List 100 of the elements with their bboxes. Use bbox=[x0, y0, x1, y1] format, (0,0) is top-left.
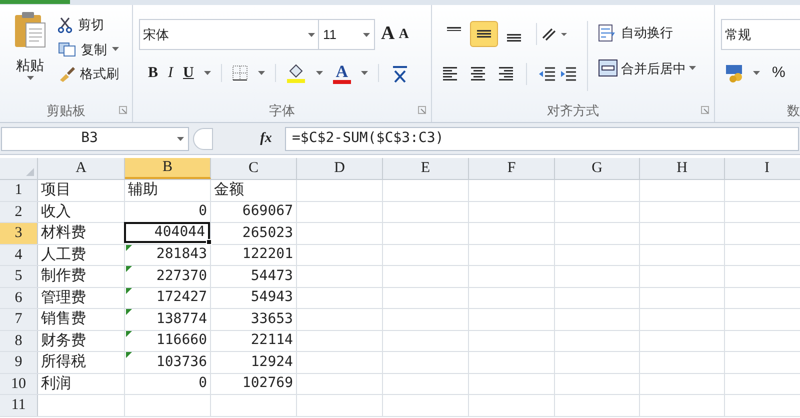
table-cell[interactable]: 财务费 bbox=[38, 330, 124, 351]
align-center-icon[interactable] bbox=[470, 67, 486, 81]
column-header[interactable]: F bbox=[469, 158, 555, 179]
row-header[interactable]: 6 bbox=[0, 288, 38, 308]
row-header[interactable]: 8 bbox=[0, 330, 38, 351]
font-name-field[interactable]: 宋体 bbox=[139, 19, 319, 50]
align-left-icon[interactable] bbox=[442, 67, 458, 81]
table-cell[interactable]: 54473 bbox=[211, 266, 296, 286]
paste-button[interactable]: 粘贴 bbox=[10, 11, 50, 100]
table-cell[interactable]: 所得税 bbox=[38, 352, 124, 372]
dialog-launcher-icon[interactable] bbox=[418, 106, 426, 114]
error-indicator-icon[interactable] bbox=[126, 266, 132, 272]
table-cell[interactable]: 122201 bbox=[211, 244, 296, 265]
table-cell[interactable]: 辅助 bbox=[125, 180, 210, 200]
file-tab[interactable] bbox=[0, 0, 70, 4]
fill-color-icon[interactable] bbox=[286, 63, 306, 84]
row-header[interactable]: 10 bbox=[0, 374, 38, 394]
grow-font-button[interactable]: A bbox=[381, 20, 395, 49]
dialog-launcher-icon[interactable] bbox=[119, 106, 127, 114]
row-header[interactable]: 1 bbox=[0, 180, 38, 200]
fill-handle[interactable] bbox=[206, 238, 212, 244]
table-cell[interactable]: 管理费 bbox=[38, 288, 124, 308]
table-cell[interactable]: 项目 bbox=[38, 180, 124, 200]
caret-icon bbox=[316, 71, 323, 76]
bold-button[interactable]: B bbox=[148, 62, 158, 84]
row-header[interactable]: 3 bbox=[0, 223, 38, 244]
formula-field[interactable]: =$C$2-SUM($C$3:C3) bbox=[285, 126, 799, 150]
format-painter-button[interactable]: 格式刷 bbox=[58, 64, 119, 84]
insert-function-button[interactable]: fx bbox=[253, 128, 279, 149]
shrink-font-button[interactable]: A bbox=[398, 24, 409, 45]
number-format-field[interactable]: 常规 bbox=[721, 19, 800, 50]
table-cell[interactable]: 138774 bbox=[125, 309, 210, 330]
indent-icon[interactable] bbox=[539, 66, 577, 82]
column-header[interactable]: H bbox=[640, 158, 725, 179]
align-top-icon bbox=[447, 26, 461, 32]
error-indicator-icon[interactable] bbox=[126, 309, 132, 315]
column-header[interactable]: B bbox=[125, 158, 211, 179]
table-cell[interactable]: 54943 bbox=[211, 288, 296, 308]
copy-button[interactable]: 复制 bbox=[58, 40, 119, 59]
table-cell[interactable]: 12924 bbox=[211, 352, 296, 372]
table-cell[interactable]: 制作费 bbox=[38, 266, 124, 286]
row-header[interactable]: 7 bbox=[0, 309, 38, 330]
table-cell[interactable]: 金额 bbox=[211, 180, 296, 200]
selected-cell[interactable]: 404044 bbox=[124, 222, 210, 242]
table-cell[interactable]: 281843 bbox=[125, 244, 210, 265]
formula-bar-handle[interactable] bbox=[193, 128, 213, 150]
wrap-text-button[interactable]: 自动换行 bbox=[598, 23, 696, 42]
table-cell[interactable]: 102769 bbox=[211, 374, 296, 394]
table-cell[interactable]: 33653 bbox=[211, 309, 296, 330]
italic-button[interactable]: I bbox=[168, 62, 174, 84]
underline-button[interactable]: U bbox=[183, 62, 194, 84]
triangle-icon bbox=[26, 168, 34, 176]
error-indicator-icon[interactable] bbox=[126, 330, 132, 336]
column-header[interactable]: D bbox=[297, 158, 383, 179]
table-cell[interactable]: 利润 bbox=[38, 374, 124, 394]
error-indicator-icon[interactable] bbox=[126, 244, 132, 250]
table-cell[interactable]: 103736 bbox=[125, 352, 210, 372]
row-header[interactable]: 2 bbox=[0, 202, 38, 222]
table-cell[interactable]: 22114 bbox=[211, 330, 296, 351]
caret-icon bbox=[177, 136, 184, 140]
paintbrush-icon bbox=[58, 66, 76, 82]
table-cell[interactable]: 172427 bbox=[125, 288, 210, 308]
caret-icon bbox=[360, 71, 368, 76]
align-right-icon[interactable] bbox=[498, 67, 514, 81]
column-header[interactable]: G bbox=[555, 158, 640, 179]
percent-button[interactable]: % bbox=[772, 62, 786, 84]
table-cell[interactable]: 材料费 bbox=[38, 223, 124, 244]
caret-icon bbox=[204, 71, 211, 76]
table-cell[interactable]: 销售费 bbox=[38, 309, 124, 330]
error-indicator-icon[interactable] bbox=[126, 288, 132, 294]
row-header[interactable]: 9 bbox=[0, 352, 38, 372]
border-icon[interactable] bbox=[232, 65, 248, 82]
orientation-icon[interactable] bbox=[541, 26, 567, 42]
row-header[interactable]: 11 bbox=[0, 395, 38, 416]
table-cell[interactable]: 0 bbox=[125, 374, 210, 394]
table-cell[interactable]: 人工费 bbox=[38, 244, 124, 265]
dialog-launcher-icon[interactable] bbox=[701, 106, 709, 114]
caret-icon bbox=[363, 32, 370, 36]
copy-icon bbox=[58, 42, 76, 57]
cut-button[interactable]: 剪切 bbox=[58, 15, 119, 34]
column-header[interactable]: E bbox=[383, 158, 469, 179]
table-cell[interactable]: 116660 bbox=[125, 330, 210, 351]
merge-cells-icon bbox=[598, 59, 618, 78]
align-middle-icon bbox=[477, 30, 491, 38]
column-header[interactable]: C bbox=[211, 158, 297, 179]
merge-center-button[interactable]: 合并后居中 bbox=[598, 58, 696, 78]
column-header[interactable]: I bbox=[725, 158, 800, 179]
font-color-button[interactable]: A bbox=[332, 62, 351, 84]
error-indicator-icon[interactable] bbox=[126, 352, 132, 358]
name-box[interactable]: B3 bbox=[1, 126, 189, 150]
table-cell[interactable]: 669067 bbox=[211, 202, 296, 222]
table-cell[interactable]: 0 bbox=[125, 202, 210, 222]
row-header[interactable]: 5 bbox=[0, 266, 38, 286]
vertical-align-button[interactable] bbox=[470, 21, 498, 47]
table-cell[interactable]: 227370 bbox=[125, 266, 210, 286]
table-cell[interactable]: 265023 bbox=[211, 223, 296, 244]
font-size-field[interactable]: 11 bbox=[319, 19, 375, 50]
caret-icon bbox=[26, 76, 34, 80]
table-cell[interactable]: 收入 bbox=[38, 202, 124, 222]
row-header[interactable]: 4 bbox=[0, 244, 38, 265]
